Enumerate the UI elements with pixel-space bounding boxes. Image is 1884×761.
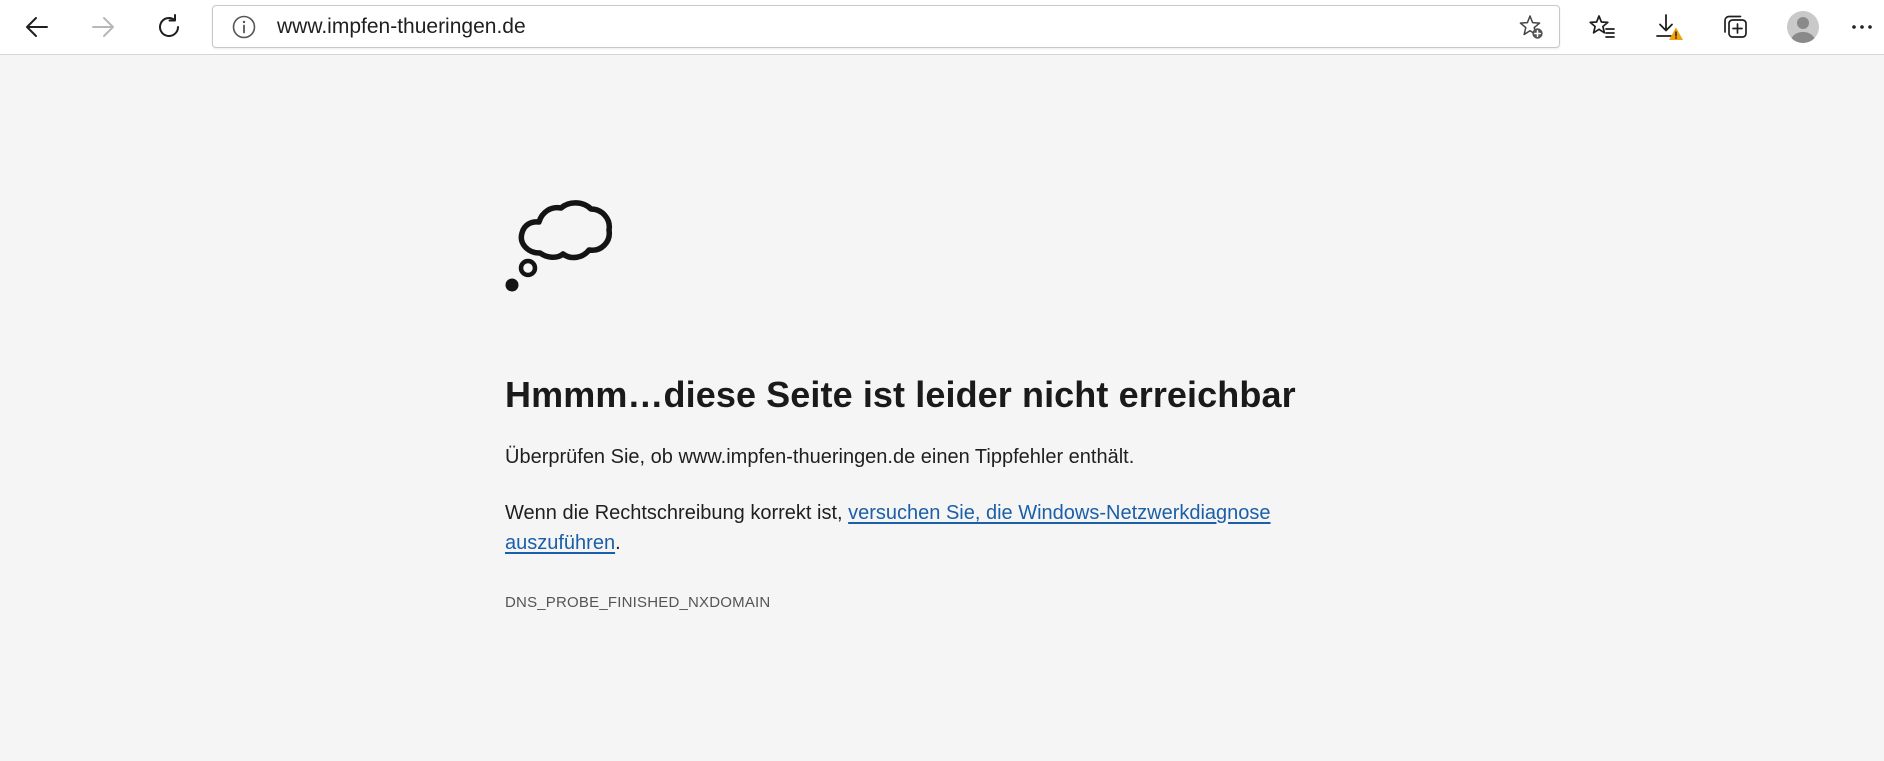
diagnose-paragraph: Wenn die Rechtschreibung korrekt ist, ve… <box>505 498 1355 558</box>
back-button[interactable] <box>15 6 59 48</box>
error-headline: Hmmm…diese Seite ist leider nicht erreic… <box>505 374 1296 415</box>
favorites-list-icon <box>1588 13 1616 41</box>
error-page-content: Hmmm…diese Seite ist leider nicht erreic… <box>505 180 1355 611</box>
info-circle-icon[interactable] <box>231 14 257 40</box>
arrow-left-icon <box>23 13 51 41</box>
address-url[interactable]: www.impfen-thueringen.de <box>277 6 526 47</box>
star-add-icon[interactable] <box>1517 13 1545 41</box>
arrow-right-icon <box>89 13 117 41</box>
refresh-icon <box>155 13 183 41</box>
address-bar[interactable]: www.impfen-thueringen.de <box>212 5 1560 48</box>
download-warning-icon <box>1654 12 1684 42</box>
downloads-button[interactable] <box>1647 6 1691 48</box>
more-horizontal-icon <box>1848 13 1876 41</box>
refresh-button[interactable] <box>147 6 191 48</box>
thought-cloud-icon <box>505 180 1355 300</box>
favorites-button[interactable] <box>1580 6 1624 48</box>
collections-icon <box>1721 13 1749 41</box>
forward-button[interactable] <box>81 6 125 48</box>
spelling-text: Wenn die Rechtschreibung korrekt ist, <box>505 502 849 524</box>
collections-button[interactable] <box>1713 6 1757 48</box>
settings-menu-button[interactable] <box>1840 6 1884 48</box>
error-code: DNS_PROBE_FINISHED_NXDOMAIN <box>505 594 771 611</box>
avatar-icon <box>1786 10 1820 44</box>
period-text: . <box>615 532 621 554</box>
profile-button[interactable] <box>1781 6 1825 48</box>
browser-toolbar: www.impfen-thueringen.de <box>0 0 1884 55</box>
typo-check-text: Überprüfen Sie, ob www.impfen-thueringen… <box>505 446 1135 468</box>
